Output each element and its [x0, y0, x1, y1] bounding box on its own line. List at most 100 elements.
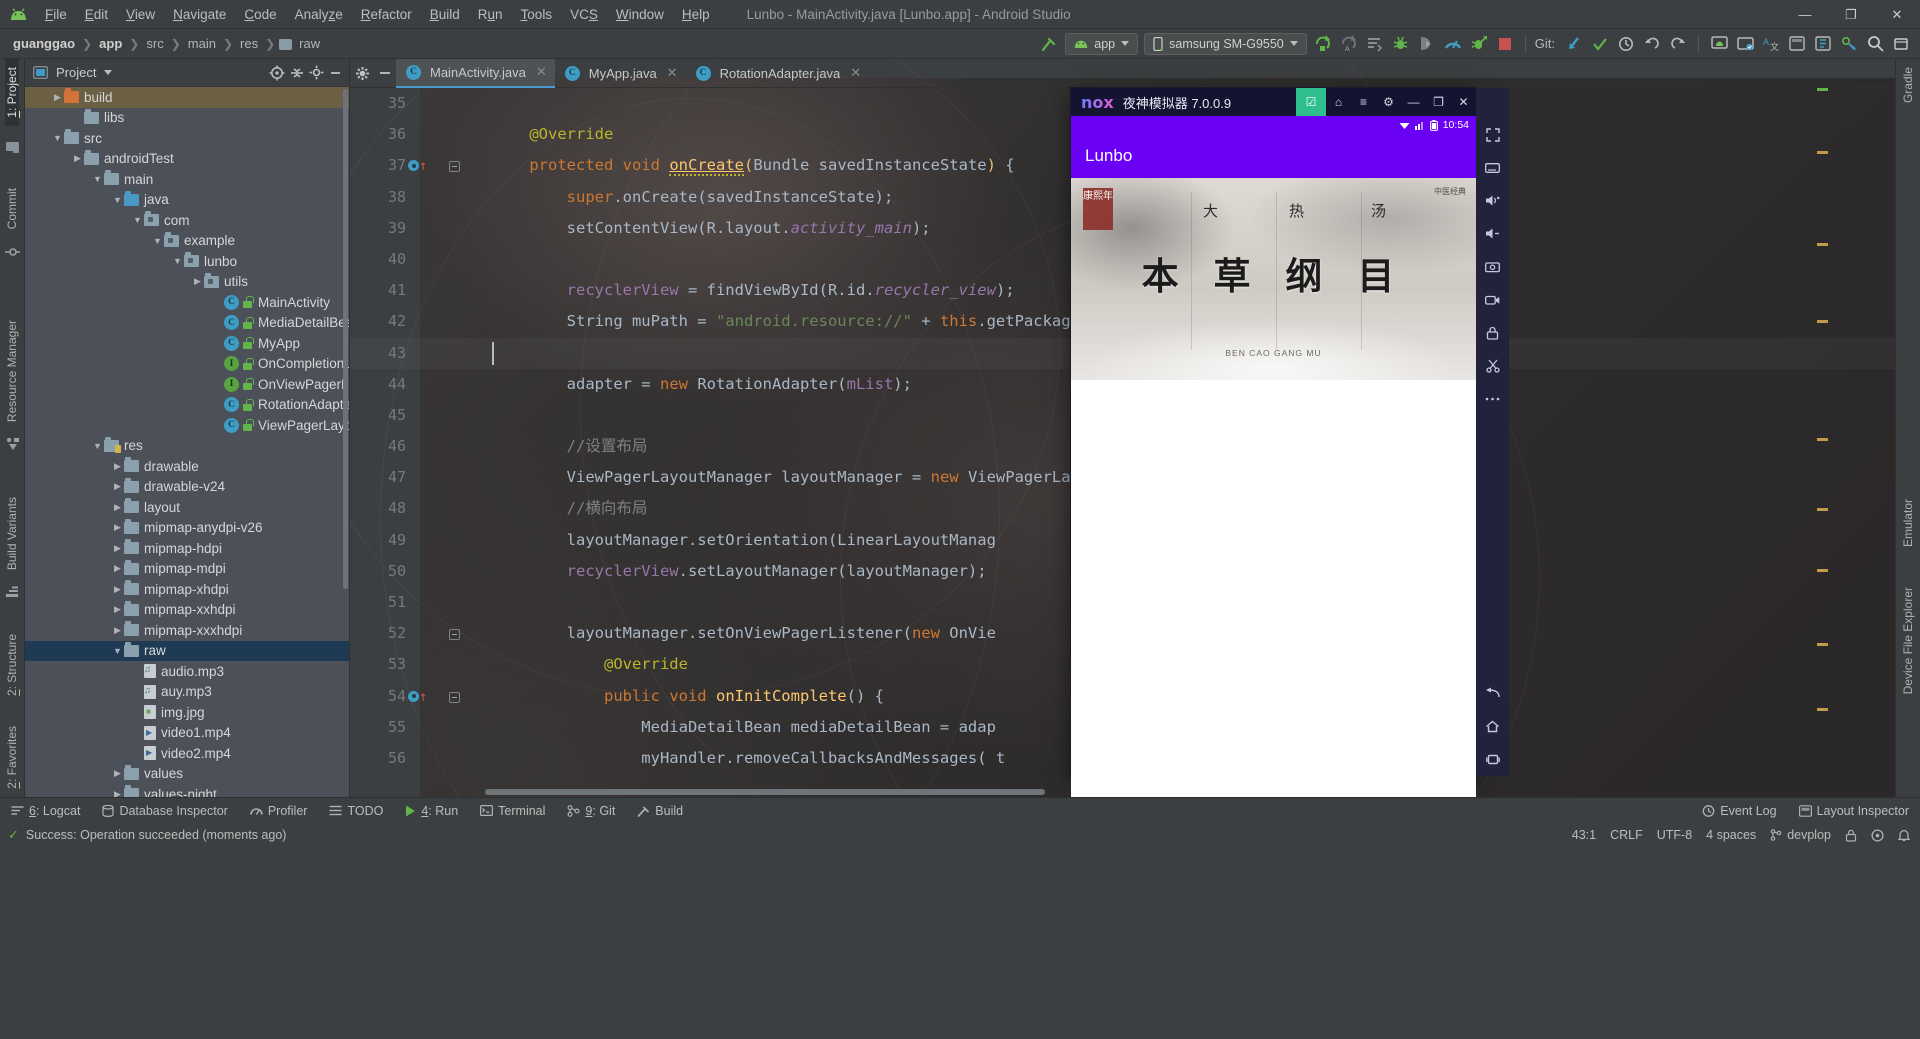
device-selector[interactable]: samsung SM-G9550: [1144, 32, 1307, 55]
chevron-right-icon[interactable]: ▶: [111, 584, 124, 595]
sidebar-item-commit[interactable]: Commit: [5, 180, 19, 237]
run-icon[interactable]: [1310, 31, 1336, 57]
project-tree[interactable]: ▶ build libs ▼ src ▶ androidTest ▼ main ▼ java ▼ com…: [25, 87, 349, 797]
code-fold-icon[interactable]: [449, 681, 460, 712]
tree-node-rotationadapter[interactable]: C RotationAdapter: [25, 395, 349, 416]
chevron-right-icon[interactable]: ▶: [111, 604, 124, 615]
breadcrumb-item-main[interactable]: main: [185, 36, 219, 51]
run-configuration-selector[interactable]: app: [1065, 32, 1139, 55]
breadcrumb-item-raw[interactable]: raw: [296, 36, 323, 51]
tree-node-mipmap-xxxhdpi[interactable]: ▶ mipmap-xxxhdpi: [25, 620, 349, 641]
undo-icon[interactable]: [1639, 31, 1665, 57]
project-structure-icon[interactable]: [1810, 31, 1836, 57]
run-gutter-icon[interactable]: ↑: [408, 150, 448, 182]
tree-node-onviewpagerlistener[interactable]: I OnViewPagerListener: [25, 374, 349, 395]
editor-horizontal-scrollbar[interactable]: [485, 789, 1045, 795]
menu-refactor[interactable]: Refactor: [352, 5, 421, 24]
bottom-item-terminal[interactable]: Terminal: [469, 804, 556, 818]
more-icon[interactable]: [1888, 31, 1914, 57]
chevron-down-icon[interactable]: ▼: [131, 215, 144, 225]
nox-apk-icon[interactable]: ⌂: [1326, 88, 1351, 116]
back-icon[interactable]: [1476, 677, 1509, 710]
chevron-down-icon[interactable]: ▼: [51, 133, 64, 143]
translate-icon[interactable]: A文: [1758, 31, 1784, 57]
close-icon[interactable]: ✕: [850, 65, 861, 81]
chevron-right-icon[interactable]: ▶: [111, 768, 124, 779]
bottom-item-logcat[interactable]: 6: Logcat: [0, 804, 91, 818]
scissors-icon[interactable]: [1476, 349, 1509, 382]
lock-icon[interactable]: [1476, 316, 1509, 349]
bottom-item-todo[interactable]: TODO: [318, 804, 394, 818]
tree-node-drawable[interactable]: ▶ drawable: [25, 456, 349, 477]
code-fold-icon[interactable]: [449, 150, 460, 181]
tree-node-audio-mp3[interactable]: audio.mp3: [25, 661, 349, 682]
tree-node-img-jpg[interactable]: img.jpg: [25, 702, 349, 723]
menu-vcs[interactable]: VCS: [561, 5, 607, 24]
debug-icon[interactable]: [1388, 31, 1414, 57]
nox-title-bar[interactable]: nox 夜神模拟器 7.0.0.9 ☑ ⌂ ≡ ⚙ — ❐ ✕: [1071, 88, 1476, 116]
tree-node-values-night[interactable]: ▶ values-night: [25, 784, 349, 797]
menu-code[interactable]: Code: [235, 5, 285, 24]
bottom-item-build[interactable]: Build: [626, 804, 694, 818]
tree-node-mainactivity[interactable]: C MainActivity: [25, 292, 349, 313]
sidebar-item-structure[interactable]: 2: Structure: [5, 626, 19, 704]
bottom-item-layout-inspector[interactable]: Layout Inspector: [1788, 804, 1920, 818]
bottom-item-git[interactable]: 9: Git: [556, 804, 626, 818]
chevron-right-icon[interactable]: ▶: [111, 461, 124, 472]
collapse-all-icon[interactable]: [289, 65, 305, 81]
tree-node-mipmap-hdpi[interactable]: ▶ mipmap-hdpi: [25, 538, 349, 559]
chevron-right-icon[interactable]: ▶: [111, 789, 124, 797]
layout-editor-icon[interactable]: [1784, 31, 1810, 57]
bottom-item-run[interactable]: 4: Run: [394, 804, 469, 818]
git-branch-widget[interactable]: devplop: [1770, 828, 1831, 842]
attach-debugger-icon[interactable]: [1414, 31, 1440, 57]
chevron-down-icon[interactable]: ▼: [91, 174, 104, 184]
tab-rotation-adapter[interactable]: C RotationAdapter.java ✕: [686, 59, 870, 88]
tree-node-mipmap-mdpi[interactable]: ▶ mipmap-mdpi: [25, 559, 349, 580]
chevron-right-icon[interactable]: ▶: [111, 543, 124, 554]
sidebar-item-device-file-explorer[interactable]: Device File Explorer: [1901, 579, 1915, 702]
sidebar-item-build-variants[interactable]: Build Variants: [5, 489, 19, 578]
sidebar-item-gradle[interactable]: Gradle: [1901, 59, 1915, 111]
book-cover-banner[interactable]: 康熙年 中医经典 大 热 汤 本 草 纲 目 BEN CAO GANG MU: [1071, 178, 1476, 380]
notifications-icon[interactable]: [1898, 829, 1910, 842]
run-gutter-icon[interactable]: ↑: [408, 681, 448, 713]
tree-node-main[interactable]: ▼ main: [25, 169, 349, 190]
tree-node-layout[interactable]: ▶ layout: [25, 497, 349, 518]
menu-tools[interactable]: Tools: [512, 5, 562, 24]
home-icon[interactable]: [1476, 710, 1509, 743]
profiler-icon[interactable]: [1440, 31, 1466, 57]
file-encoding[interactable]: UTF-8: [1657, 828, 1692, 842]
breadcrumb-item-guanggao[interactable]: guanggao: [10, 36, 78, 51]
menu-analyze[interactable]: Analyze: [286, 5, 352, 24]
tree-node-libs[interactable]: libs: [25, 108, 349, 129]
tree-node-java[interactable]: ▼ java: [25, 190, 349, 211]
bottom-item-database-inspector[interactable]: Database Inspector: [91, 804, 238, 818]
recents-icon[interactable]: [1476, 743, 1509, 776]
screenshot-icon[interactable]: [1476, 250, 1509, 283]
build-hammer-icon[interactable]: [1036, 31, 1062, 57]
sidebar-item-project[interactable]: 1: Project: [5, 59, 19, 126]
redo-icon[interactable]: [1665, 31, 1691, 57]
breadcrumb-item-src[interactable]: src: [143, 36, 166, 51]
tree-node-values[interactable]: ▶ values: [25, 764, 349, 785]
run-coverage-icon[interactable]: [1466, 31, 1492, 57]
tree-node-drawable-v24[interactable]: ▶ drawable-v24: [25, 477, 349, 498]
apply-changes-icon[interactable]: A: [1336, 31, 1362, 57]
chevron-right-icon[interactable]: ▶: [111, 481, 124, 492]
editor-minimize-icon[interactable]: [374, 66, 396, 80]
close-icon[interactable]: ✕: [667, 65, 678, 81]
menu-file[interactable]: File: [36, 5, 76, 24]
tree-node-video2-mp4[interactable]: video2.mp4: [25, 743, 349, 764]
menu-run[interactable]: Run: [469, 5, 512, 24]
chevron-right-icon[interactable]: ▶: [111, 625, 124, 636]
nox-maximize-button[interactable]: ❐: [1426, 88, 1451, 116]
chevron-right-icon[interactable]: ▶: [111, 502, 124, 513]
chevron-down-icon[interactable]: ▼: [151, 236, 164, 246]
maximize-button[interactable]: ❐: [1828, 0, 1874, 29]
tree-node-mipmap-anydpi-v26[interactable]: ▶ mipmap-anydpi-v26: [25, 518, 349, 539]
chevron-down-icon[interactable]: ▼: [91, 441, 104, 451]
editor-marker-column[interactable]: [1816, 88, 1828, 788]
sidebar-item-resource-manager[interactable]: Resource Manager: [5, 312, 19, 430]
menu-view[interactable]: View: [117, 5, 164, 24]
